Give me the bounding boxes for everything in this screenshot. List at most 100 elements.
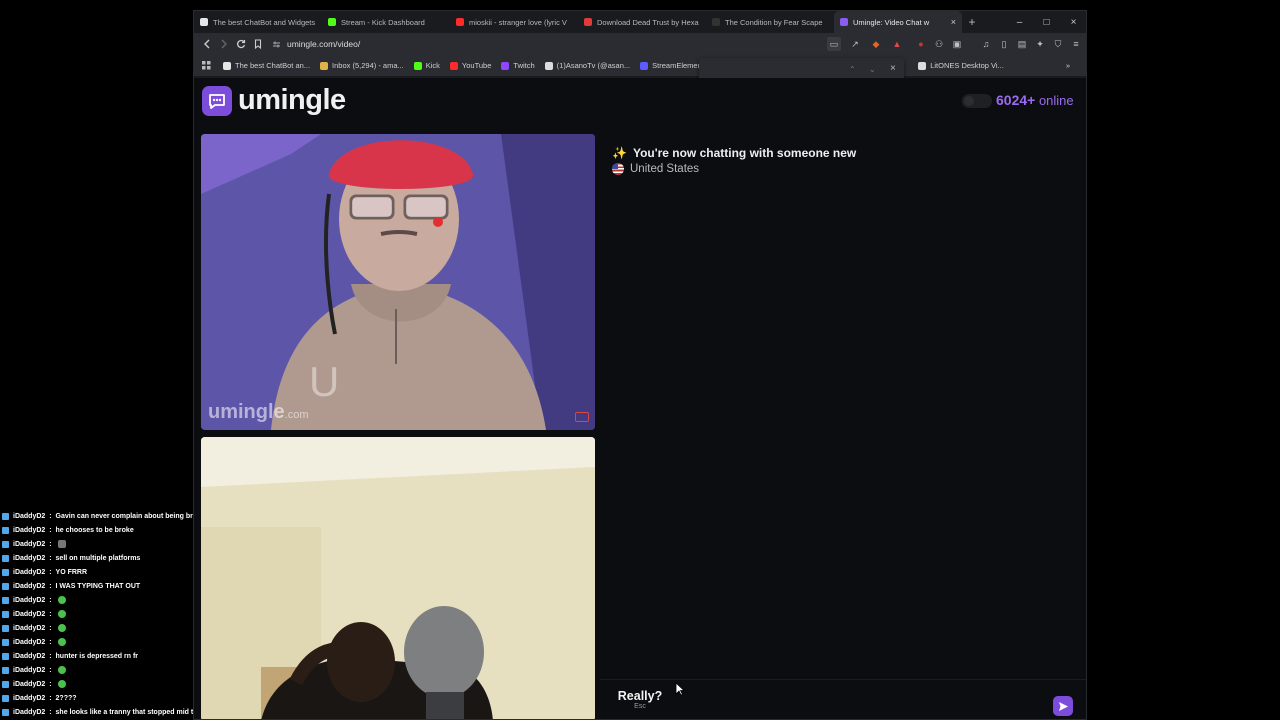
maximize-button[interactable]: □ [1033, 11, 1060, 33]
share-icon[interactable]: ↗ [848, 37, 862, 51]
tab-title: The best ChatBot and Widgets [213, 17, 316, 27]
user-badge-icon [2, 596, 9, 604]
bookmark-button[interactable] [249, 33, 266, 55]
browser-tab[interactable]: Umingle: Video Chat w × [834, 11, 962, 33]
wallet-icon[interactable]: ▤ [1015, 37, 1029, 51]
system-message-text: You're now chatting with someone new [632, 146, 857, 160]
chat-separator: : [47, 610, 54, 618]
tab-favicon-icon [840, 18, 848, 26]
skip-button[interactable]: Really? Esc [610, 689, 670, 719]
bookmarks-bar: The best ChatBot an... Inbox (5,294) - am… [194, 55, 1086, 77]
chat-separator: : [47, 666, 54, 674]
chat-separator: : [47, 554, 54, 562]
new-tab-button[interactable]: + [962, 15, 982, 29]
chat-bubble-icon [202, 85, 232, 116]
chat-input-bar: Really? Esc [600, 679, 1086, 719]
chat-emote-icon [57, 680, 66, 688]
url-text[interactable]: umingle.com/video/ [287, 39, 360, 49]
mouse-cursor-icon [675, 682, 685, 696]
bookmark-item[interactable]: YouTube [446, 61, 495, 70]
browser-tab[interactable]: mioskii - stranger love (lyric V [450, 11, 578, 33]
site-info-icon[interactable] [272, 40, 281, 49]
bookmark-label: Inbox (5,294) - ama... [332, 61, 404, 70]
apps-icon[interactable] [198, 61, 215, 70]
minimize-button[interactable]: – [1006, 11, 1033, 33]
bookmark-item[interactable]: The best ChatBot an... [219, 61, 314, 70]
find-close-icon[interactable]: × [890, 63, 896, 74]
send-button[interactable] [1053, 696, 1073, 716]
chat-username: iDaddyD2 [13, 666, 46, 674]
browser-tab[interactable]: Download Dead Trust by Hexa [578, 11, 706, 33]
extension-icon[interactable]: ⚇ [932, 37, 946, 51]
browser-window: The best ChatBot and Widgets Stream - Kic… [193, 10, 1087, 720]
chat-text: he chooses to be broke [55, 526, 134, 534]
grid-icon [202, 61, 211, 70]
brave-shield-icon[interactable]: ◆ [869, 37, 883, 51]
forward-arrow-icon [221, 39, 227, 49]
extension-box-icon[interactable]: ▣ [950, 37, 964, 51]
bookmark-favicon-icon [320, 61, 329, 70]
chat-text: I WAS TYPING THAT OUT [55, 582, 141, 590]
bookmark-item[interactable]: Twitch [497, 61, 538, 70]
user-badge-icon [2, 526, 9, 534]
user-badge-icon [2, 666, 9, 674]
bookmark-item[interactable]: LitONES Desktop Vi... [914, 61, 1008, 70]
menu-icon[interactable]: ≡ [1069, 37, 1083, 51]
browser-tab[interactable]: The Condition by Fear Scape [706, 11, 834, 33]
chat-text: 2???? [55, 694, 77, 702]
tab-favicon-icon [328, 18, 336, 26]
rewards-icon[interactable]: ▲ [890, 37, 904, 51]
chat-username: iDaddyD2 [13, 652, 46, 660]
system-message: ✨ You're now chatting with someone new [612, 146, 856, 160]
bookmark-label: Twitch [513, 61, 535, 70]
close-window-button[interactable]: × [1060, 11, 1086, 33]
browser-tab[interactable]: Stream - Kick Dashboard [322, 11, 450, 33]
tab-title: Umingle: Video Chat w [853, 17, 930, 27]
tab-strip: The best ChatBot and Widgets Stream - Kic… [194, 11, 1086, 33]
umingle-watermark: umingle.com [208, 401, 309, 424]
bookmark-icon [254, 39, 261, 49]
back-button[interactable] [198, 33, 215, 55]
logo-text: umingle [238, 84, 346, 116]
leo-icon[interactable]: ✦ [1033, 37, 1047, 51]
browser-tab[interactable]: The best ChatBot and Widgets [194, 11, 322, 33]
tab-view-icon[interactable]: ▭ [827, 37, 841, 51]
umingle-logo[interactable]: umingle [202, 84, 346, 117]
watermark-text: umingle [208, 401, 285, 423]
close-tab-icon[interactable]: × [951, 17, 956, 27]
sidebar-icon[interactable]: ▯ [997, 37, 1011, 51]
bookmark-item[interactable]: Inbox (5,294) - ama... [316, 61, 408, 70]
bookmark-favicon-icon [640, 61, 649, 70]
chat-separator: : [47, 708, 54, 716]
bookmarks-more-button[interactable]: » [1062, 61, 1074, 70]
chat-username: iDaddyD2 [13, 554, 46, 562]
address-bar[interactable]: umingle.com/video/ [272, 36, 812, 52]
skip-label: Really? [617, 689, 663, 703]
bookmark-label: Kick [425, 61, 440, 70]
bookmark-label: LitONES Desktop Vi... [930, 61, 1004, 70]
online-label: online [1035, 93, 1074, 108]
find-next-icon[interactable]: ⌄ [869, 65, 876, 74]
chat-emote-icon [57, 624, 66, 632]
music-icon[interactable]: ♫ [979, 37, 993, 51]
umingle-page: umingle 6024+ online U umingle.com ✨ You… [194, 78, 1086, 719]
tab-favicon-icon [584, 18, 592, 26]
vpn-icon[interactable]: ⛉ [1051, 37, 1065, 51]
send-icon [1058, 701, 1068, 711]
forward-button[interactable] [215, 33, 232, 55]
chat-separator: : [47, 540, 54, 548]
chat-username: iDaddyD2 [13, 582, 46, 590]
chat-emote-icon [57, 666, 66, 674]
watermark-suffix: .com [284, 409, 309, 421]
bookmark-item[interactable]: (1)AsanoTv (@asan... [541, 61, 634, 70]
bookmark-item[interactable]: Kick [410, 61, 444, 70]
reload-icon [236, 39, 245, 49]
find-prev-icon[interactable]: ⌃ [849, 65, 856, 74]
chat-separator: : [47, 582, 54, 590]
bookmark-favicon-icon [918, 61, 927, 70]
report-icon[interactable] [575, 412, 589, 422]
theme-toggle[interactable] [962, 94, 992, 108]
message-input[interactable] [682, 688, 1042, 714]
reload-button[interactable] [232, 33, 249, 55]
extension-red-icon[interactable]: ● [914, 37, 928, 51]
